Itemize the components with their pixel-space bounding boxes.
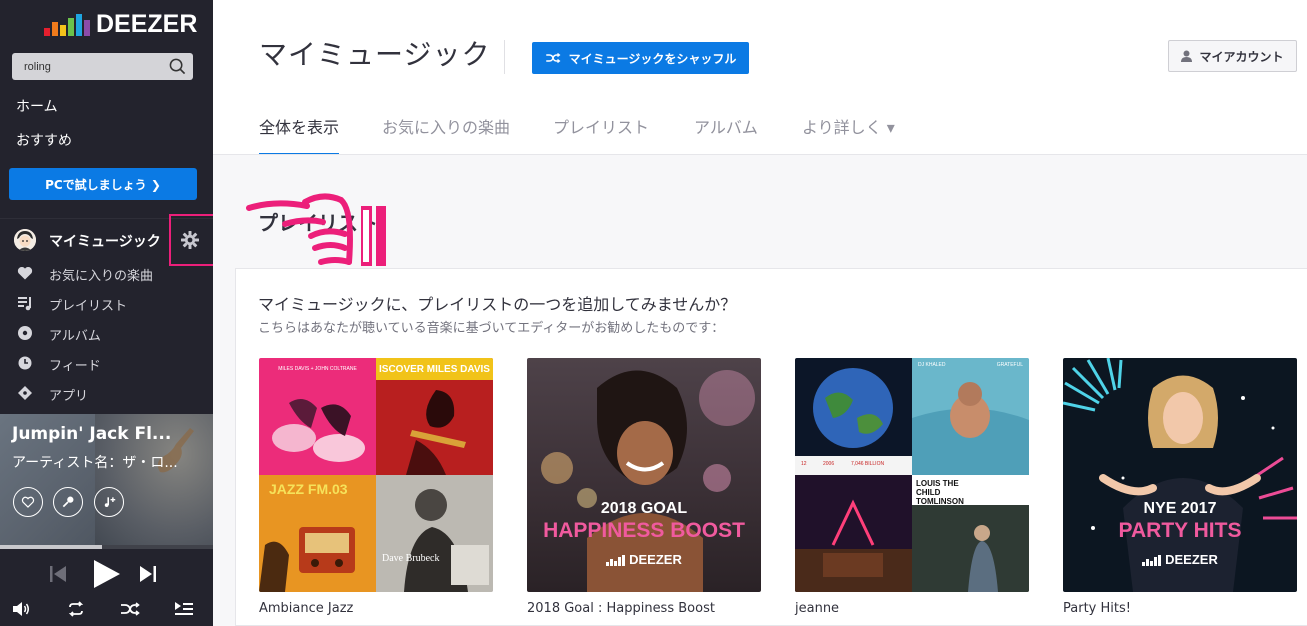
cover-tile-text: 12 bbox=[801, 461, 807, 467]
search-input[interactable] bbox=[12, 53, 162, 80]
cover-line-1: NYE 2017 bbox=[1143, 500, 1217, 517]
tabs-divider bbox=[213, 154, 1307, 155]
cover-deezer-logo: DEEZER bbox=[527, 552, 761, 567]
cover-tile-text: Dave Brubeck bbox=[382, 553, 440, 564]
tab-playlists[interactable]: プレイリスト bbox=[553, 114, 649, 155]
shuffle-icon bbox=[545, 52, 561, 64]
shuffle-icon[interactable] bbox=[120, 601, 140, 617]
search-box[interactable] bbox=[12, 53, 193, 80]
cover-line-1: 2018 GOAL bbox=[600, 500, 688, 517]
promo-subtitle: こちらはあなたが聴いている音楽に基づいてエディターがお勧めしたものです： bbox=[258, 321, 725, 336]
player-controls bbox=[0, 549, 213, 626]
cover-tile-text: ISCOVER MILES DAVIS bbox=[379, 364, 490, 375]
tab-more[interactable]: より詳しく ▾ bbox=[802, 114, 895, 155]
sidebar: DEEZER ホーム おすすめ PCで試しましょう ❯ マイミュージック bbox=[0, 0, 221, 626]
playlist-name[interactable]: 2018 Goal : Happiness Boost bbox=[527, 601, 715, 616]
next-icon[interactable] bbox=[138, 563, 158, 585]
tab-all[interactable]: 全体を表示 bbox=[259, 114, 340, 155]
playlist-name[interactable]: Ambiance Jazz bbox=[259, 601, 353, 616]
playlist-name[interactable]: Party Hits! bbox=[1063, 601, 1131, 616]
add-to-playlist-icon bbox=[104, 497, 116, 507]
cover-tile: LOUIS THE CHILD TOMLINSON bbox=[912, 475, 1029, 592]
sidebar-item-label: プレイリスト bbox=[49, 299, 128, 314]
microphone-icon bbox=[62, 496, 74, 508]
cover-tile-text: DJ KHALED bbox=[918, 362, 946, 368]
cover-tile: ISCOVER MILES DAVIS bbox=[376, 358, 493, 475]
deezer-logo[interactable]: DEEZER bbox=[44, 10, 198, 38]
tab-albums[interactable]: アルバム bbox=[694, 114, 758, 155]
playlist-card-ambiance-jazz[interactable]: MILES DAVIS + JOHN COLTRANE ISCOVER MILE… bbox=[259, 358, 493, 592]
cover-tile-text: 2006 bbox=[823, 461, 835, 467]
track-title[interactable]: Jumpin' Jack Fl... bbox=[12, 424, 171, 444]
previous-icon[interactable] bbox=[48, 563, 68, 585]
cover-deezer-logo: DEEZER bbox=[1063, 552, 1297, 567]
logo-text: DEEZER bbox=[96, 10, 198, 38]
shuffle-my-music-button[interactable]: マイミュージックをシャッフル bbox=[532, 42, 749, 74]
cover-tile: Dave Brubeck bbox=[376, 475, 493, 592]
playlist-name[interactable]: jeanne bbox=[795, 601, 839, 616]
sidebar-item-label: お気に入りの楽曲 bbox=[49, 269, 154, 284]
sidebar-item-label: フィード bbox=[49, 359, 101, 374]
avatar bbox=[14, 229, 36, 251]
cover-tile: 12 2006 7,046 BILLION bbox=[795, 358, 912, 475]
playlist-icon bbox=[18, 297, 31, 311]
cover-line-2: HAPPINESS BOOST bbox=[543, 519, 745, 542]
nav-home[interactable]: ホーム bbox=[16, 96, 58, 116]
cover-line-2: PARTY HITS bbox=[1118, 519, 1242, 542]
my-account-button[interactable]: マイアカウント bbox=[1168, 40, 1297, 72]
lyrics-button[interactable] bbox=[53, 487, 83, 517]
heart-icon bbox=[17, 266, 33, 280]
account-button-label: マイアカウント bbox=[1199, 49, 1284, 64]
try-on-pc-button[interactable]: PCで試しましょう ❯ bbox=[9, 168, 197, 200]
sidebar-item-label: アルバム bbox=[49, 329, 101, 344]
playlist-card-jeanne[interactable]: 12 2006 7,046 BILLION DJ KHALED GRATEFUL bbox=[795, 358, 1029, 592]
title-divider bbox=[504, 40, 505, 74]
sidebar-item-feed[interactable]: フィード bbox=[0, 349, 213, 377]
my-music-label: マイミュージック bbox=[49, 234, 161, 250]
cover-tile: JAZZ FM.03 bbox=[259, 475, 376, 592]
cover-tile-text: LOUIS THE CHILD TOMLINSON bbox=[916, 479, 964, 506]
tab-favorite-tracks[interactable]: お気に入りの楽曲 bbox=[382, 114, 510, 155]
main-content: マイミュージック マイミュージックをシャッフル マイアカウント 全体を表示 お気… bbox=[213, 0, 1307, 626]
deezer-logo-bars bbox=[44, 14, 90, 36]
cover-tile: MILES DAVIS + JOHN COLTRANE bbox=[259, 358, 376, 475]
cover-brand: DEEZER bbox=[629, 552, 682, 567]
diamond-icon bbox=[18, 386, 32, 400]
clock-icon bbox=[18, 356, 32, 370]
sidebar-item-label: アプリ bbox=[49, 389, 89, 404]
repeat-icon[interactable] bbox=[66, 601, 86, 617]
sidebar-item-albums[interactable]: アルバム bbox=[0, 319, 213, 347]
sidebar-item-favorite-tracks[interactable]: お気に入りの楽曲 bbox=[0, 259, 213, 287]
now-playing-card[interactable]: Jumpin' Jack Fl... アーティスト名：ザ・ロ... bbox=[0, 414, 213, 548]
queue-icon[interactable] bbox=[174, 600, 194, 618]
page-title: マイミュージック bbox=[259, 38, 491, 71]
album-icon bbox=[18, 326, 32, 340]
sidebar-item-apps[interactable]: アプリ bbox=[0, 379, 213, 407]
playlist-card-party-hits[interactable]: NYE 2017 PARTY HITS DEEZER bbox=[1063, 358, 1297, 592]
search-icon[interactable] bbox=[169, 58, 186, 75]
track-artist[interactable]: アーティスト名：ザ・ロ... bbox=[12, 452, 178, 472]
nav-recommendations[interactable]: おすすめ bbox=[16, 130, 72, 150]
shuffle-button-label: マイミュージックをシャッフル bbox=[568, 51, 737, 66]
cover-brand: DEEZER bbox=[1165, 552, 1218, 567]
heart-icon bbox=[21, 496, 35, 508]
volume-icon[interactable] bbox=[12, 601, 30, 617]
cover-tile: DJ KHALED GRATEFUL bbox=[912, 358, 1029, 475]
cover-tile bbox=[795, 475, 912, 592]
favorite-track-button[interactable] bbox=[13, 487, 43, 517]
user-icon bbox=[1181, 50, 1193, 62]
promo-title: マイミュージックに、プレイリストの一つを追加してみませんか？ bbox=[258, 295, 737, 314]
sidebar-item-playlists[interactable]: プレイリスト bbox=[0, 289, 213, 317]
playlist-card-2018-goal[interactable]: 2018 GOAL HAPPINESS BOOST DEEZER bbox=[527, 358, 761, 592]
play-icon[interactable] bbox=[90, 558, 122, 590]
add-to-playlist-button[interactable] bbox=[94, 487, 124, 517]
cover-tile-text: 7,046 BILLION bbox=[851, 461, 885, 467]
cover-tile-text: GRATEFUL bbox=[996, 362, 1023, 368]
pointing-hand-annotation bbox=[246, 193, 386, 266]
